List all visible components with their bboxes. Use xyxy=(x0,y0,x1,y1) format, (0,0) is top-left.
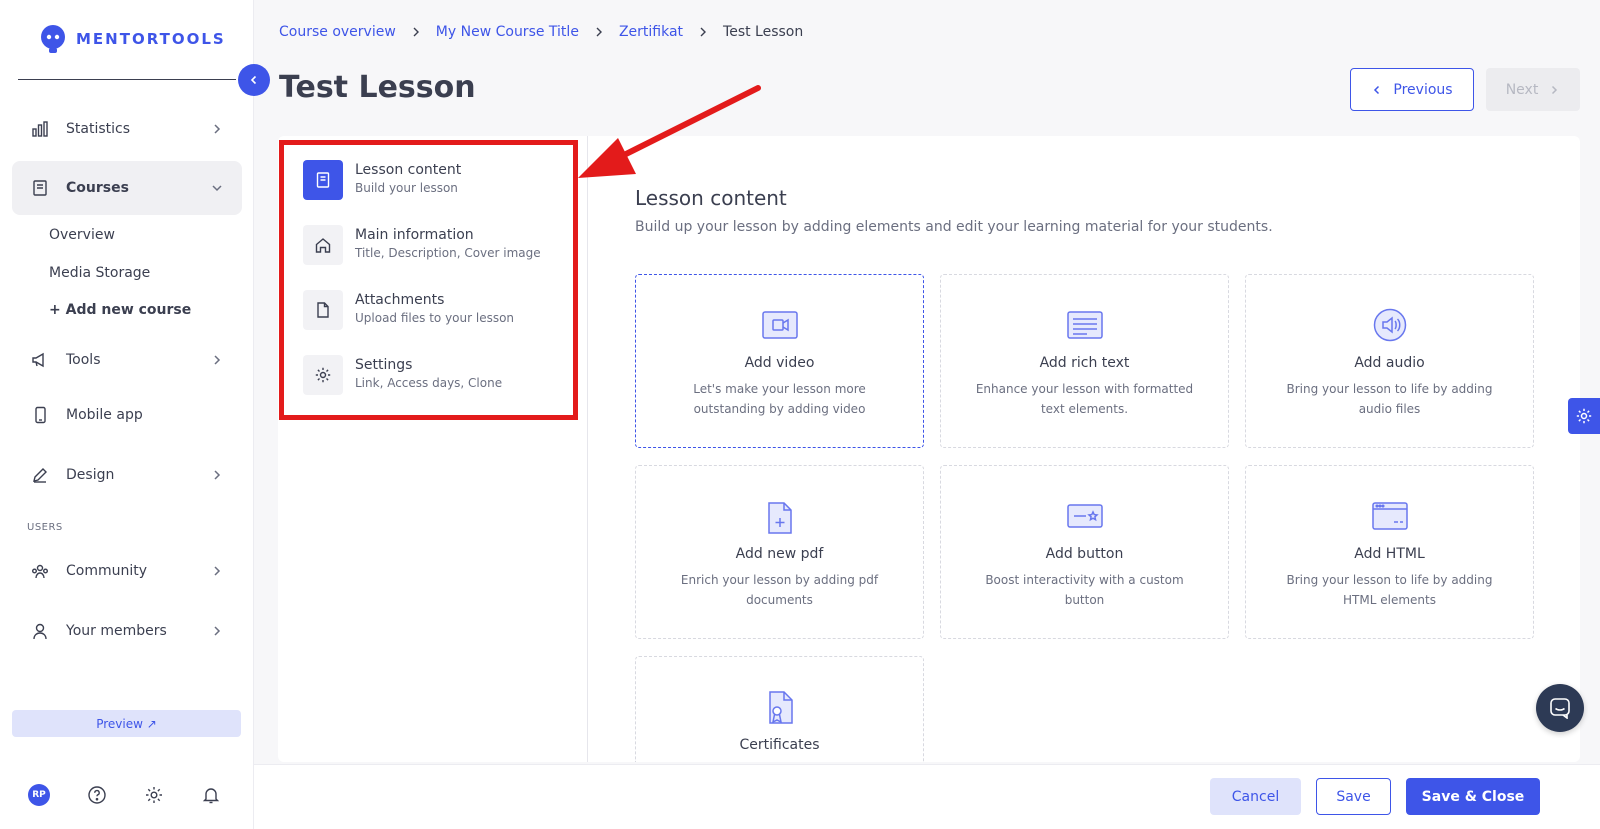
chevron-right-icon xyxy=(700,27,707,37)
breadcrumb-current: Test Lesson xyxy=(723,24,804,40)
book-icon xyxy=(30,178,50,198)
tile-title: Certificates xyxy=(739,737,820,753)
content-subtitle: Build up your lesson by adding elements … xyxy=(635,219,1273,235)
chat-icon xyxy=(1550,698,1570,719)
section-label-users: USERS xyxy=(27,522,63,533)
sidebar-item-label: Tools xyxy=(66,352,101,368)
avatar[interactable]: RP xyxy=(28,784,50,806)
content-title: Lesson content xyxy=(635,186,787,210)
megaphone-icon xyxy=(30,350,50,370)
add-rich-text-tile[interactable]: Add rich text Enhance your lesson with f… xyxy=(940,274,1229,448)
breadcrumb-course-title[interactable]: My New Course Title xyxy=(436,24,579,40)
footer-bar xyxy=(254,764,1600,829)
page-title: Test Lesson xyxy=(279,70,476,105)
tile-title: Add video xyxy=(744,355,815,371)
chevron-down-icon xyxy=(212,185,222,192)
sidebar-item-mobile-app[interactable]: Mobile app xyxy=(12,388,242,442)
next-button[interactable]: Next xyxy=(1486,68,1580,111)
sidebar-item-label: Community xyxy=(66,563,148,579)
gear-icon[interactable] xyxy=(144,785,164,805)
tile-title: Add new pdf xyxy=(735,546,824,562)
collapse-sidebar-button[interactable] xyxy=(238,64,270,96)
sidebar-item-label: Mobile app xyxy=(66,407,143,423)
save-and-close-button[interactable]: Save & Close xyxy=(1406,778,1540,815)
add-video-tile[interactable]: Add video Let's make your lesson more ou… xyxy=(635,274,924,448)
pdf-icon xyxy=(767,502,792,534)
chevron-right-icon xyxy=(214,355,221,365)
chevron-right-icon xyxy=(214,566,221,576)
sidebar-item-your-members[interactable]: Your members xyxy=(12,604,242,658)
sidebar-item-label: Statistics xyxy=(66,121,130,137)
bar-chart-icon xyxy=(30,119,50,139)
sidebar-divider xyxy=(18,79,236,80)
next-label: Next xyxy=(1505,81,1539,98)
brand-logo[interactable]: MENTORTOOLS xyxy=(38,24,226,54)
tile-description: Boost interactivity with a custom button xyxy=(985,573,1184,607)
help-icon[interactable] xyxy=(87,785,107,805)
sidebar-subitem-overview[interactable]: Overview xyxy=(49,227,115,243)
chevron-right-icon xyxy=(214,124,221,134)
video-icon xyxy=(761,311,798,339)
sidebar-item-tools[interactable]: Tools xyxy=(12,333,242,387)
audio-icon xyxy=(1373,308,1406,342)
previous-label: Previous xyxy=(1393,81,1453,98)
sidebar-item-courses[interactable]: Courses xyxy=(12,161,242,215)
text-icon xyxy=(1066,311,1103,339)
community-icon xyxy=(30,561,50,581)
mentortools-logo-icon xyxy=(41,25,65,53)
bell-icon[interactable] xyxy=(201,785,221,805)
tile-description: Enhance your lesson with formatted text … xyxy=(975,382,1194,416)
sidebar-subitem-media-storage[interactable]: Media Storage xyxy=(49,265,150,281)
user-icon xyxy=(30,621,50,641)
chevron-right-icon xyxy=(214,470,221,480)
tile-title: Add rich text xyxy=(1039,355,1130,371)
brand-name: MENTORTOOLS xyxy=(76,30,226,48)
breadcrumb-course-overview[interactable]: Course overview xyxy=(279,24,396,40)
annotation-arrow xyxy=(578,85,761,178)
page-settings-button[interactable] xyxy=(1568,398,1600,434)
sidebar-item-label: Courses xyxy=(66,180,129,196)
sidebar-subitem-add-new-course[interactable]: + Add new course xyxy=(49,302,191,318)
pencil-icon xyxy=(30,465,50,485)
tile-title: Add button xyxy=(1045,546,1124,562)
preview-button[interactable]: Preview ↗ xyxy=(12,710,241,737)
sidebar-item-statistics[interactable]: Statistics xyxy=(12,102,242,156)
annotation-highlight-box xyxy=(279,140,578,420)
mobile-icon xyxy=(30,405,50,425)
chevron-right-icon xyxy=(413,27,419,37)
chevron-right-icon xyxy=(596,27,602,37)
add-pdf-tile[interactable]: Add new pdf Enrich your lesson by adding… xyxy=(635,465,924,639)
sidebar-item-community[interactable]: Community xyxy=(12,544,242,598)
previous-button[interactable]: Previous xyxy=(1350,68,1474,111)
chat-button[interactable] xyxy=(1536,684,1584,732)
gear-icon xyxy=(1576,408,1592,424)
breadcrumb-module[interactable]: Zertifikat xyxy=(619,24,683,40)
tile-title: Add audio xyxy=(1354,355,1425,371)
sidebar-footer: RP xyxy=(28,784,221,806)
tile-description: Bring your lesson to life by adding audi… xyxy=(1286,382,1493,416)
tile-description: Enrich your lesson by adding pdf documen… xyxy=(680,573,879,607)
add-html-tile[interactable]: Add HTML Bring your lesson to life by ad… xyxy=(1245,465,1534,639)
cancel-button[interactable]: Cancel xyxy=(1210,778,1301,815)
certificate-icon xyxy=(768,691,793,724)
save-button[interactable]: Save xyxy=(1316,778,1391,815)
chevron-right-icon xyxy=(1552,85,1558,94)
certificates-tile[interactable]: Certificates xyxy=(635,656,924,762)
chevron-right-icon xyxy=(214,626,221,636)
chevron-left-icon xyxy=(1374,85,1380,94)
button-icon xyxy=(1066,504,1103,528)
tile-description: Bring your lesson to life by adding HTML… xyxy=(1286,573,1493,607)
sidebar: MENTORTOOLS Statistics Courses Overview … xyxy=(0,0,254,829)
add-button-tile[interactable]: Add button Boost interactivity with a cu… xyxy=(940,465,1229,639)
sidebar-item-label: Design xyxy=(66,467,115,483)
chevron-left-icon xyxy=(250,75,257,85)
tile-title: Add HTML xyxy=(1354,546,1425,562)
tile-description: Let's make your lesson more outstanding … xyxy=(693,382,866,416)
sidebar-item-design[interactable]: Design xyxy=(12,448,242,502)
sidebar-item-label: Your members xyxy=(66,623,167,639)
breadcrumb: Course overview My New Course Title Zert… xyxy=(279,24,803,40)
html-icon xyxy=(1371,502,1408,530)
add-audio-tile[interactable]: Add audio Bring your lesson to life by a… xyxy=(1245,274,1534,448)
